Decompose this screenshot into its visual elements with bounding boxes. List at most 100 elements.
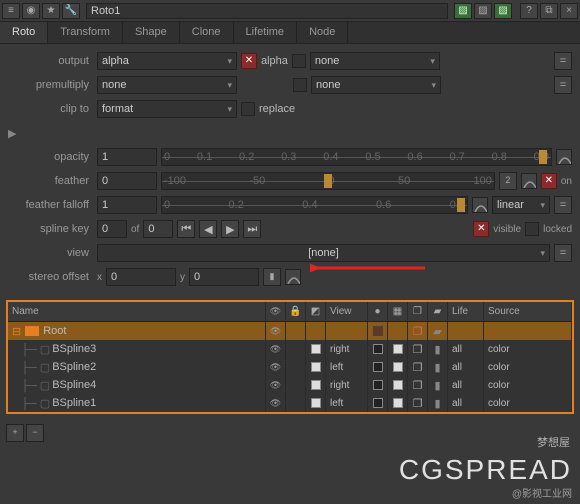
th-blend-icon[interactable]: ▰ <box>428 302 448 321</box>
locked-check[interactable] <box>525 222 539 236</box>
overlap-icon[interactable]: ❐ <box>413 379 423 392</box>
row-source[interactable]: color <box>484 340 572 358</box>
falloff-expression[interactable]: = <box>554 196 572 214</box>
row-view[interactable]: left <box>326 358 368 376</box>
expand-icon[interactable]: ⊟ <box>12 325 21 338</box>
tree-row[interactable]: ├─ ▢ BSpline4👁right❐▮allcolor <box>8 376 572 394</box>
feather-anim-icon[interactable] <box>521 173 537 189</box>
key-next-icon[interactable]: ▶ <box>221 220 239 238</box>
tab-roto[interactable]: Roto <box>0 22 48 43</box>
output-check[interactable] <box>292 54 306 68</box>
panel-btn-1[interactable]: ▨ <box>454 3 472 19</box>
feather-mult[interactable]: 2 <box>499 172 517 190</box>
overlay-check[interactable] <box>393 362 403 372</box>
th-color-icon[interactable]: ● <box>368 302 388 321</box>
color-swatch[interactable] <box>373 326 383 336</box>
color-swatch[interactable] <box>373 362 383 372</box>
blend-icon[interactable]: ▮ <box>434 361 440 374</box>
eye-icon[interactable]: 👁 <box>270 326 281 337</box>
feather-slider[interactable]: -100-50050100 <box>161 172 495 190</box>
color-swatch[interactable] <box>373 380 383 390</box>
overlap-icon[interactable]: ❐ <box>413 397 423 410</box>
blend-icon[interactable]: ▮ <box>434 343 440 356</box>
help-icon[interactable]: ? <box>520 3 538 19</box>
overlay-check[interactable] <box>393 380 403 390</box>
splinekey-current[interactable]: 0 <box>97 220 127 238</box>
th-eye-icon[interactable]: 👁 <box>266 302 286 321</box>
tab-node[interactable]: Node <box>297 22 348 43</box>
key-last-icon[interactable]: ⏭ <box>243 220 261 238</box>
output-mode-dropdown[interactable]: alpha <box>97 52 237 70</box>
invert-check[interactable] <box>311 344 321 354</box>
th-view[interactable]: View <box>326 302 368 321</box>
overlap-icon[interactable]: ❐ <box>413 361 423 374</box>
key-first-icon[interactable]: ⏮ <box>177 220 195 238</box>
row-source[interactable]: color <box>484 376 572 394</box>
opacity-anim-icon[interactable] <box>556 149 572 165</box>
restore-icon[interactable]: ⧉ <box>540 3 558 19</box>
tab-transform[interactable]: Transform <box>48 22 123 43</box>
tab-lifetime[interactable]: Lifetime <box>234 22 298 43</box>
stereo-link-icon[interactable]: ▮ <box>263 268 281 286</box>
color-swatch[interactable] <box>373 398 383 408</box>
color-swatch[interactable] <box>373 344 383 354</box>
view-expression[interactable]: = <box>554 244 572 262</box>
feather-on-toggle[interactable]: ✕ <box>541 173 557 189</box>
node-name-field[interactable]: Roto1 <box>86 3 448 19</box>
row-source[interactable]: color <box>484 358 572 376</box>
tree-row[interactable]: ├─ ▢ BSpline2👁left❐▮allcolor <box>8 358 572 376</box>
row-life[interactable]: all <box>448 358 484 376</box>
blend-icon[interactable]: ▰ <box>433 325 441 338</box>
falloff-input[interactable]: 1 <box>97 196 157 214</box>
row-life[interactable]: all <box>448 394 484 412</box>
tab-clone[interactable]: Clone <box>180 22 234 43</box>
falloff-slider[interactable]: 00.20.40.60.8 <box>161 196 468 214</box>
tree-row[interactable]: ├─ ▢ BSpline3👁right❐▮allcolor <box>8 340 572 358</box>
row-life[interactable]: all <box>448 376 484 394</box>
close-icon[interactable]: × <box>560 3 578 19</box>
opacity-input[interactable]: 1 <box>97 148 157 166</box>
menu-icon[interactable]: ≡ <box>2 3 20 19</box>
row-view[interactable]: right <box>326 376 368 394</box>
tree-row[interactable]: ├─ ▢ BSpline1👁left❐▮allcolor <box>8 394 572 412</box>
remove-button[interactable]: − <box>26 424 44 442</box>
eye-icon[interactable]: 👁 <box>270 398 281 409</box>
row-view[interactable]: right <box>326 340 368 358</box>
feather-input[interactable]: 0 <box>97 172 157 190</box>
premultiply-extra-dropdown[interactable]: none <box>311 76 441 94</box>
tab-shape[interactable]: Shape <box>123 22 180 43</box>
invert-check[interactable] <box>311 362 321 372</box>
row-life[interactable]: all <box>448 340 484 358</box>
th-overlay-icon[interactable]: ▦ <box>388 302 408 321</box>
th-life[interactable]: Life <box>448 302 484 321</box>
th-lock-icon[interactable]: 🔒 <box>286 302 306 321</box>
th-invert-icon[interactable]: ◩ <box>306 302 326 321</box>
overlay-check[interactable] <box>393 344 403 354</box>
add-button[interactable]: + <box>6 424 24 442</box>
visible-toggle[interactable]: ✕ <box>473 221 489 237</box>
premultiply-expression[interactable]: = <box>554 76 572 94</box>
eye-icon[interactable]: 👁 <box>270 380 281 391</box>
invert-check[interactable] <box>311 380 321 390</box>
opacity-slider[interactable]: 00.10.20.30.40.50.60.70.80.9 <box>161 148 552 166</box>
eye-icon[interactable]: 👁 <box>270 362 281 373</box>
th-name[interactable]: Name <box>8 302 266 321</box>
overlap-icon[interactable]: ❐ <box>413 343 423 356</box>
disclosure-triangle[interactable]: ▶ <box>8 127 16 140</box>
output-expression[interactable]: = <box>554 52 572 70</box>
key-prev-icon[interactable]: ◀ <box>199 220 217 238</box>
output-mask-enable[interactable]: ✕ <box>241 53 257 69</box>
row-source[interactable]: color <box>484 394 572 412</box>
invert-check[interactable] <box>311 398 321 408</box>
replace-check[interactable] <box>241 102 255 116</box>
overlap-icon[interactable]: ❐ <box>413 325 423 338</box>
eye-icon[interactable]: ◉ <box>22 3 40 19</box>
stereo-y-input[interactable]: 0 <box>189 268 259 286</box>
output-channel-dropdown[interactable]: none <box>310 52 440 70</box>
blend-icon[interactable]: ▮ <box>434 379 440 392</box>
row-view[interactable]: left <box>326 394 368 412</box>
stereo-x-input[interactable]: 0 <box>106 268 176 286</box>
panel-btn-2[interactable]: ▨ <box>474 3 492 19</box>
th-overlap-icon[interactable]: ❐ <box>408 302 428 321</box>
wrench-icon[interactable]: 🔧 <box>62 3 80 19</box>
